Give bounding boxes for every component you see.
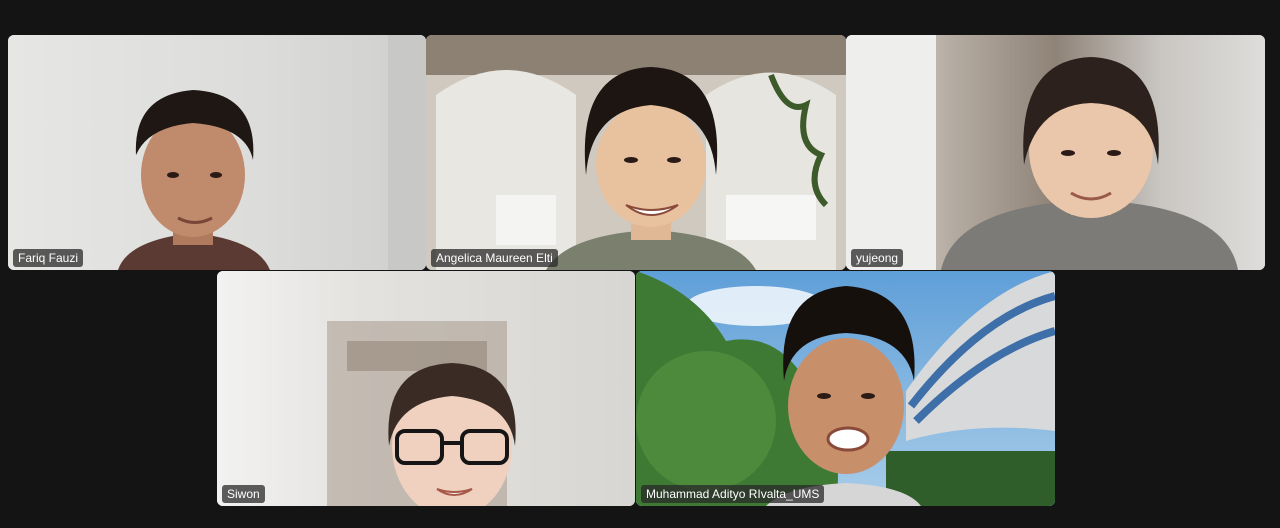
participant-name-label: Fariq Fauzi bbox=[13, 249, 84, 267]
participant-video bbox=[846, 35, 1265, 270]
participant-name-label: Angelica Maureen Elti bbox=[431, 249, 558, 267]
participant-tile-siwon[interactable]: Siwon bbox=[217, 271, 635, 506]
participant-video bbox=[426, 35, 846, 270]
video-gallery: Fariq Fauzi Angelica Maureen Elti yujeon… bbox=[0, 0, 1280, 528]
participant-video bbox=[8, 35, 426, 270]
participant-name-label: Siwon bbox=[222, 485, 265, 503]
participant-name-label: Muhammad Adityo RIvalta_UMS bbox=[641, 485, 825, 503]
participant-tile-yujeong[interactable]: yujeong bbox=[846, 35, 1265, 270]
participant-video bbox=[636, 271, 1055, 506]
participant-tile-angelica-maureen-elti[interactable]: Angelica Maureen Elti bbox=[426, 35, 846, 270]
participant-tile-fariq-fauzi[interactable]: Fariq Fauzi bbox=[8, 35, 426, 270]
participant-video bbox=[217, 271, 635, 506]
participant-name-label: yujeong bbox=[851, 249, 904, 267]
participant-tile-muhammad-adityo-rivalta[interactable]: Muhammad Adityo RIvalta_UMS bbox=[636, 271, 1055, 506]
